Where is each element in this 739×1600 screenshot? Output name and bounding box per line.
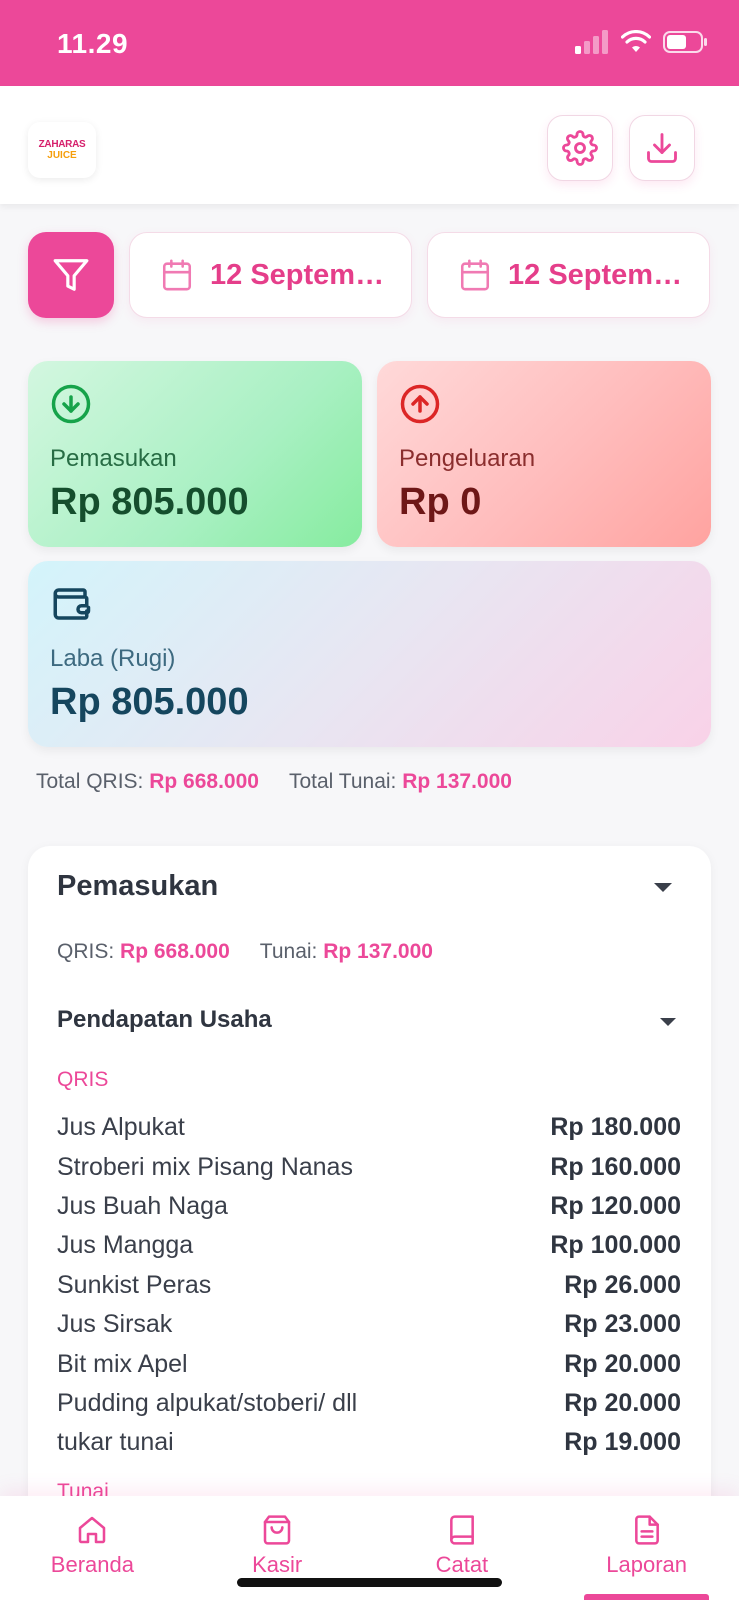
item-amount: Rp 20.000 — [564, 1349, 681, 1378]
item-name: Sunkist Peras — [57, 1270, 212, 1299]
status-icons — [575, 30, 709, 54]
end-date-button[interactable]: 12 Septem… — [427, 232, 710, 318]
nav-label: Beranda — [50, 1552, 134, 1577]
logo-text-secondary: JUICE — [47, 150, 77, 161]
item-amount: Rp 100.000 — [550, 1231, 681, 1260]
item-list: Jus Alpukat Rp 180.000 Stroberi mix Pisan… — [57, 1108, 681, 1463]
wifi-icon — [621, 30, 651, 52]
chevron-down-icon[interactable] — [660, 1018, 676, 1026]
status-time: 11.29 — [57, 28, 129, 59]
signal-icon — [575, 30, 608, 54]
expense-card[interactable]: Pengeluaran Rp 0 — [377, 361, 711, 547]
filter-button[interactable] — [28, 232, 114, 318]
item-name: tukar tunai — [57, 1428, 174, 1457]
subsection-title[interactable]: Pendapatan Usaha — [57, 1006, 272, 1034]
download-button[interactable] — [629, 115, 695, 181]
arrow-up-circle-icon — [400, 384, 440, 424]
section-qris-label: QRIS: — [57, 940, 115, 963]
shopping-bag-icon — [263, 1515, 291, 1545]
settings-button[interactable] — [547, 115, 613, 181]
item-amount: Rp 19.000 — [564, 1428, 681, 1457]
nav-active-indicator — [584, 1594, 709, 1600]
item-name: Bit mix Apel — [57, 1349, 188, 1378]
item-amount: Rp 180.000 — [550, 1113, 681, 1142]
item-amount: Rp 120.000 — [550, 1191, 681, 1220]
item-name: Jus Alpukat — [57, 1113, 185, 1142]
start-date-button[interactable]: 12 Septem… — [129, 232, 412, 318]
app-header: ZAHARAS JUICE — [0, 86, 739, 204]
section-summary: QRIS: Rp 668.000 Tunai: Rp 137.000 — [57, 940, 433, 964]
calendar-icon — [460, 259, 490, 291]
profit-card[interactable]: Laba (Rugi) Rp 805.000 — [28, 561, 711, 747]
section-qris: QRIS: Rp 668.000 — [57, 940, 230, 964]
item-amount: Rp 160.000 — [550, 1152, 681, 1181]
chevron-down-icon[interactable] — [654, 883, 672, 892]
list-item: Pudding alpukat/stoberi/ dll Rp 20.000 — [57, 1384, 681, 1423]
item-amount: Rp 20.000 — [564, 1388, 681, 1417]
document-icon — [634, 1515, 659, 1545]
section-cash-label: Tunai: — [259, 940, 318, 963]
total-qris-value: Rp 668.000 — [149, 770, 259, 793]
totals-row: Total QRIS: Rp 668.000 Total Tunai: Rp 1… — [36, 770, 512, 794]
total-qris: Total QRIS: Rp 668.000 — [36, 770, 259, 794]
app-logo: ZAHARAS JUICE — [28, 122, 96, 178]
nav-label: Catat — [435, 1552, 489, 1577]
list-item: Jus Sirsak Rp 23.000 — [57, 1305, 681, 1344]
income-label: Pemasukan — [50, 445, 177, 472]
total-cash: Total Tunai: Rp 137.000 — [289, 770, 512, 794]
income-value: Rp 805.000 — [50, 481, 249, 523]
item-name: Pudding alpukat/stoberi/ dll — [57, 1388, 358, 1417]
home-indicator[interactable] — [237, 1578, 502, 1587]
total-qris-label: Total QRIS: — [36, 770, 144, 793]
gear-icon — [562, 130, 598, 166]
battery-icon — [663, 31, 707, 53]
expense-value: Rp 0 — [399, 481, 482, 523]
list-item: tukar tunai Rp 19.000 — [57, 1423, 681, 1462]
expense-label: Pengeluaran — [399, 445, 536, 472]
arrow-down-circle-icon — [51, 384, 91, 424]
list-item: Bit mix Apel Rp 20.000 — [57, 1344, 681, 1383]
item-amount: Rp 23.000 — [564, 1310, 681, 1339]
item-name: Stroberi mix Pisang Nanas — [57, 1152, 353, 1181]
total-cash-value: Rp 137.000 — [402, 770, 512, 793]
group-label-qris: QRIS — [57, 1068, 109, 1091]
profit-label: Laba (Rugi) — [50, 645, 176, 672]
funnel-icon — [53, 259, 89, 291]
download-icon — [647, 133, 677, 163]
list-item: Sunkist Peras Rp 26.000 — [57, 1266, 681, 1305]
income-section: Pemasukan QRIS: Rp 668.000 Tunai: Rp 137… — [28, 846, 711, 1600]
profit-value: Rp 805.000 — [50, 681, 249, 723]
total-cash-label: Total Tunai: — [288, 770, 397, 793]
list-item: Jus Buah Naga Rp 120.000 — [57, 1187, 681, 1226]
book-icon — [449, 1515, 474, 1545]
home-icon — [79, 1516, 106, 1544]
section-title[interactable]: Pemasukan — [57, 870, 218, 903]
list-item: Jus Alpukat Rp 180.000 — [57, 1108, 681, 1147]
item-name: Jus Sirsak — [57, 1310, 173, 1339]
status-bar: 11.29 — [0, 0, 739, 86]
income-card[interactable]: Pemasukan Rp 805.000 — [28, 361, 362, 547]
item-name: Jus Buah Naga — [57, 1191, 228, 1220]
section-qris-value: Rp 668.000 — [120, 940, 230, 963]
nav-label: Kasir — [252, 1552, 303, 1577]
nav-item-laporan[interactable]: Laporan — [554, 1496, 739, 1600]
section-cash-value: Rp 137.000 — [323, 940, 433, 963]
item-amount: Rp 26.000 — [564, 1270, 681, 1299]
calendar-icon — [162, 259, 192, 291]
nav-label: Laporan — [606, 1552, 687, 1577]
list-item: Stroberi mix Pisang Nanas Rp 160.000 — [57, 1147, 681, 1186]
item-name: Jus Mangga — [57, 1231, 194, 1260]
nav-item-beranda[interactable]: Beranda — [0, 1496, 185, 1600]
logo-text: ZAHARAS — [38, 139, 86, 150]
list-item: Jus Mangga Rp 100.000 — [57, 1226, 681, 1265]
wallet-icon — [53, 588, 91, 620]
start-date-label: 12 Septem… — [210, 258, 385, 291]
section-cash: Tunai: Rp 137.000 — [260, 940, 433, 964]
end-date-label: 12 Septem… — [508, 258, 683, 291]
